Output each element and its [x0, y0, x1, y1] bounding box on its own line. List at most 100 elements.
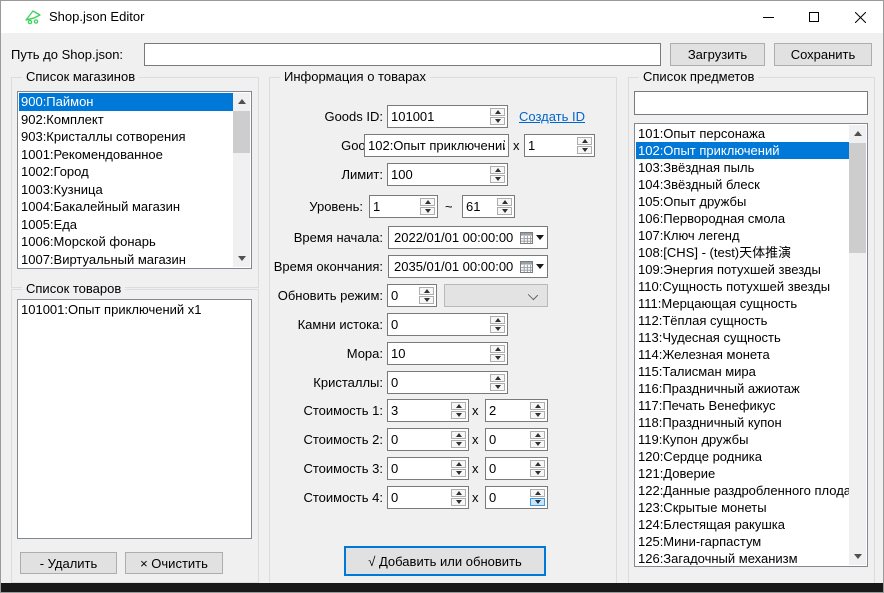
list-item[interactable]: 123:Скрытые монеты [636, 499, 849, 516]
list-item[interactable]: 106:Первородная смола [636, 210, 849, 227]
primogem-input[interactable] [389, 315, 488, 334]
list-item[interactable]: 1005:Еда [19, 216, 233, 234]
item-list[interactable]: 101:Опыт персонажа102:Опыт приключений10… [634, 123, 868, 567]
refresh-mode-combo[interactable] [444, 284, 548, 307]
list-item[interactable]: 113:Чудесная сущность [636, 329, 849, 346]
search-input[interactable] [635, 92, 867, 114]
list-item[interactable]: 125:Мини-гарпастум [636, 533, 849, 550]
path-input[interactable] [145, 44, 660, 65]
goods-id-input[interactable] [389, 107, 488, 126]
maximize-button[interactable] [791, 1, 837, 33]
list-item[interactable]: 110:Сущность потухшей звезды [636, 278, 849, 295]
spin-down-button[interactable] [419, 296, 434, 304]
list-item[interactable]: 102:Опыт приключений [636, 142, 849, 159]
cost2-id-input[interactable] [389, 430, 449, 449]
list-item[interactable]: 1002:Город [19, 163, 233, 181]
scroll-down-button[interactable] [849, 548, 866, 565]
spin-up-button[interactable] [490, 108, 505, 116]
goods-count-input[interactable] [526, 136, 575, 155]
create-id-link[interactable]: Создать ID [519, 105, 585, 128]
spin-up-button[interactable] [451, 489, 466, 497]
list-item[interactable]: 111:Мерцающая сущность [636, 295, 849, 312]
spin-down-button[interactable] [530, 411, 545, 419]
spin-up-button[interactable] [530, 431, 545, 439]
list-item[interactable]: 119:Купон дружбы [636, 431, 849, 448]
list-item[interactable]: 120:Сердце родника [636, 448, 849, 465]
delete-button[interactable]: - Удалить [20, 552, 117, 574]
spin-down-button[interactable] [451, 498, 466, 506]
clear-button[interactable]: × Очистить [125, 552, 223, 574]
list-item[interactable]: 1007:Виртуальный магазин [19, 251, 233, 268]
level-min-input[interactable] [371, 197, 418, 216]
list-item[interactable]: 109:Энергия потухшей звезды [636, 261, 849, 278]
cost1-id-input[interactable] [389, 401, 449, 420]
spin-up-button[interactable] [451, 431, 466, 439]
spin-down-button[interactable] [497, 207, 512, 215]
spin-down-button[interactable] [490, 383, 505, 391]
spin-down-button[interactable] [577, 146, 592, 154]
spin-down-button[interactable] [490, 354, 505, 362]
list-item[interactable]: 900:Паймон [19, 93, 233, 111]
spin-up-button[interactable] [490, 166, 505, 174]
spin-up-button[interactable] [577, 137, 592, 145]
goods-input[interactable] [365, 135, 508, 156]
shop-list-scrollbar[interactable] [233, 93, 250, 267]
spin-up-button[interactable] [530, 489, 545, 497]
add-or-update-button[interactable]: √ Добавить или обновить [344, 546, 546, 576]
spin-down-button[interactable] [420, 207, 435, 215]
item-list-scrollbar[interactable] [849, 125, 866, 565]
spin-up-button[interactable] [490, 345, 505, 353]
spin-up-button[interactable] [451, 402, 466, 410]
list-item[interactable]: 124:Блестящая ракушка [636, 516, 849, 533]
spin-up-button[interactable] [497, 198, 512, 206]
spin-up-button[interactable] [451, 460, 466, 468]
mora-input[interactable] [389, 344, 488, 363]
list-item[interactable]: 108:[CHS] - (test)天体推演 [636, 244, 849, 261]
cost1-count-input[interactable] [487, 401, 528, 420]
list-item[interactable]: 107:Ключ легенд [636, 227, 849, 244]
spin-down-button[interactable] [490, 325, 505, 333]
list-item[interactable]: 903:Кристаллы сотворения [19, 128, 233, 146]
spin-down-button[interactable] [451, 469, 466, 477]
save-button[interactable]: Сохранить [774, 43, 872, 66]
list-item[interactable]: 101:Опыт персонажа [636, 125, 849, 142]
level-max-input[interactable] [464, 197, 495, 216]
scroll-up-button[interactable] [849, 125, 866, 142]
shop-list[interactable]: 900:Паймон902:Комплект903:Кристаллы сотв… [17, 91, 252, 269]
spin-up-button[interactable] [530, 460, 545, 468]
limit-input[interactable] [389, 165, 488, 184]
scroll-up-button[interactable] [233, 93, 250, 110]
end-time-picker[interactable]: 2035/01/01 00:00:00 [388, 255, 548, 278]
cost4-count-input[interactable] [487, 488, 528, 507]
load-button[interactable]: Загрузить [670, 43, 765, 66]
list-item[interactable]: 117:Печать Венефикус [636, 397, 849, 414]
list-item[interactable]: 103:Звёздная пыль [636, 159, 849, 176]
scrollbar-thumb[interactable] [849, 143, 866, 253]
list-item[interactable]: 112:Тёплая сущность [636, 312, 849, 329]
spin-up-button[interactable] [420, 198, 435, 206]
list-item[interactable]: 1001:Рекомендованное [19, 146, 233, 164]
refresh-mode-input[interactable] [389, 286, 417, 305]
spin-up-button[interactable] [490, 374, 505, 382]
list-item[interactable]: 122:Данные раздробленного плода [636, 482, 849, 499]
spin-down-button[interactable] [490, 175, 505, 183]
spin-up-button[interactable] [530, 402, 545, 410]
spin-up-button[interactable] [419, 287, 434, 295]
cart-list[interactable]: 101001:Опыт приключений x1 [17, 299, 252, 539]
begin-time-dropdown-button[interactable] [520, 227, 544, 248]
list-item[interactable]: 118:Праздничный купон [636, 414, 849, 431]
list-item[interactable]: 105:Опыт дружбы [636, 193, 849, 210]
close-button[interactable] [837, 1, 883, 33]
list-item[interactable]: 1004:Бакалейный магазин [19, 198, 233, 216]
spin-down-button[interactable] [451, 440, 466, 448]
cost3-id-input[interactable] [389, 459, 449, 478]
cost4-id-input[interactable] [389, 488, 449, 507]
end-time-dropdown-button[interactable] [520, 256, 544, 277]
spin-down-button[interactable] [451, 411, 466, 419]
list-item[interactable]: 126:Загадочный механизм [636, 550, 849, 565]
cost2-count-input[interactable] [487, 430, 528, 449]
list-item[interactable]: 1003:Кузница [19, 181, 233, 199]
spin-down-button[interactable] [490, 117, 505, 125]
list-item[interactable]: 902:Комплект [19, 111, 233, 129]
list-item[interactable]: 121:Доверие [636, 465, 849, 482]
